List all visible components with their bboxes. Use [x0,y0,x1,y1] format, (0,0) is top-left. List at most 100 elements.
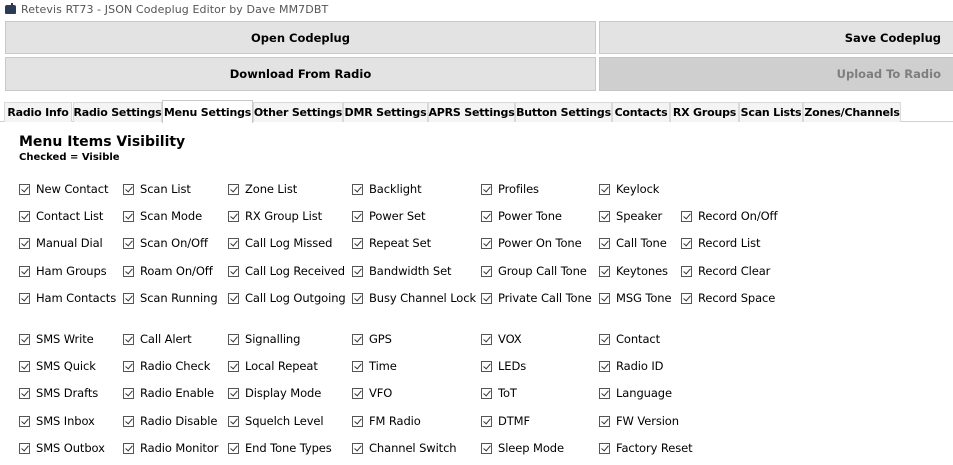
menu-item-language-checkbox[interactable]: Language [599,385,672,401]
menu-item-local-repeat-checkbox[interactable]: Local Repeat [228,358,318,374]
menu-item-call-log-outgoing-checkbox[interactable]: Call Log Outgoing [228,290,346,306]
checkbox-checked-icon[interactable] [599,210,610,222]
checkbox-checked-icon[interactable] [481,292,492,304]
checkbox-checked-icon[interactable] [352,387,363,399]
download-from-radio-button[interactable]: Download From Radio [5,57,596,91]
checkbox-checked-icon[interactable] [123,442,134,454]
checkbox-checked-icon[interactable] [123,292,134,304]
checkbox-checked-icon[interactable] [228,387,239,399]
checkbox-checked-icon[interactable] [19,210,30,222]
checkbox-checked-icon[interactable] [228,442,239,454]
checkbox-checked-icon[interactable] [352,210,363,222]
save-codeplug-button[interactable]: Save Codeplug [599,21,953,54]
checkbox-checked-icon[interactable] [19,442,30,454]
menu-item-contact-checkbox[interactable]: Contact [599,331,660,347]
menu-item-sleep-mode-checkbox[interactable]: Sleep Mode [481,440,564,456]
checkbox-checked-icon[interactable] [599,387,610,399]
menu-item-scan-mode-checkbox[interactable]: Scan Mode [123,208,202,224]
menu-item-squelch-level-checkbox[interactable]: Squelch Level [228,413,324,429]
checkbox-checked-icon[interactable] [352,442,363,454]
checkbox-checked-icon[interactable] [123,333,134,345]
checkbox-checked-icon[interactable] [228,210,239,222]
checkbox-checked-icon[interactable] [352,183,363,195]
menu-item-channel-switch-checkbox[interactable]: Channel Switch [352,440,457,456]
menu-item-sms-quick-checkbox[interactable]: SMS Quick [19,358,96,374]
menu-item-backlight-checkbox[interactable]: Backlight [352,181,422,197]
checkbox-checked-icon[interactable] [228,237,239,249]
checkbox-checked-icon[interactable] [481,237,492,249]
menu-item-record-space-checkbox[interactable]: Record Space [681,290,775,306]
checkbox-checked-icon[interactable] [599,442,610,454]
checkbox-checked-icon[interactable] [123,183,134,195]
menu-item-contact-list-checkbox[interactable]: Contact List [19,208,103,224]
menu-item-radio-monitor-checkbox[interactable]: Radio Monitor [123,440,218,456]
menu-item-sms-write-checkbox[interactable]: SMS Write [19,331,94,347]
checkbox-checked-icon[interactable] [599,360,610,372]
tab-contacts[interactable]: Contacts [612,102,670,122]
menu-item-radio-disable-checkbox[interactable]: Radio Disable [123,413,217,429]
menu-item-sms-drafts-checkbox[interactable]: SMS Drafts [19,385,98,401]
checkbox-checked-icon[interactable] [599,237,610,249]
checkbox-checked-icon[interactable] [481,415,492,427]
checkbox-checked-icon[interactable] [123,210,134,222]
menu-item-display-mode-checkbox[interactable]: Display Mode [228,385,321,401]
checkbox-checked-icon[interactable] [228,415,239,427]
checkbox-checked-icon[interactable] [123,360,134,372]
tab-aprs-settings[interactable]: APRS Settings [428,102,515,122]
tab-dmr-settings[interactable]: DMR Settings [343,102,428,122]
menu-item-ham-groups-checkbox[interactable]: Ham Groups [19,263,107,279]
checkbox-checked-icon[interactable] [681,237,692,249]
tab-radio-settings[interactable]: Radio Settings [73,102,162,122]
checkbox-checked-icon[interactable] [599,292,610,304]
open-codeplug-button[interactable]: Open Codeplug [5,21,596,54]
menu-item-radio-check-checkbox[interactable]: Radio Check [123,358,210,374]
menu-item-busy-channel-lock-checkbox[interactable]: Busy Channel Lock [352,290,476,306]
menu-item-record-on-off-checkbox[interactable]: Record On/Off [681,208,778,224]
checkbox-checked-icon[interactable] [352,360,363,372]
checkbox-checked-icon[interactable] [228,183,239,195]
menu-item-repeat-set-checkbox[interactable]: Repeat Set [352,235,431,251]
menu-item-radio-enable-checkbox[interactable]: Radio Enable [123,385,214,401]
menu-item-sms-inbox-checkbox[interactable]: SMS Inbox [19,413,95,429]
checkbox-checked-icon[interactable] [481,387,492,399]
checkbox-checked-icon[interactable] [228,333,239,345]
menu-item-manual-dial-checkbox[interactable]: Manual Dial [19,235,103,251]
menu-item-tot-checkbox[interactable]: ToT [481,385,517,401]
menu-item-private-call-tone-checkbox[interactable]: Private Call Tone [481,290,592,306]
checkbox-checked-icon[interactable] [681,210,692,222]
tab-scan-lists[interactable]: Scan Lists [739,102,803,122]
menu-item-call-tone-checkbox[interactable]: Call Tone [599,235,667,251]
menu-item-vfo-checkbox[interactable]: VFO [352,385,392,401]
tab-menu-settings[interactable]: Menu Settings [162,100,253,123]
menu-item-leds-checkbox[interactable]: LEDs [481,358,526,374]
checkbox-checked-icon[interactable] [352,415,363,427]
checkbox-checked-icon[interactable] [481,442,492,454]
menu-item-end-tone-types-checkbox[interactable]: End Tone Types [228,440,332,456]
menu-item-radio-id-checkbox[interactable]: Radio ID [599,358,664,374]
menu-item-record-list-checkbox[interactable]: Record List [681,235,761,251]
checkbox-checked-icon[interactable] [352,292,363,304]
menu-item-sms-outbox-checkbox[interactable]: SMS Outbox [19,440,105,456]
checkbox-checked-icon[interactable] [228,360,239,372]
checkbox-checked-icon[interactable] [352,333,363,345]
menu-item-bandwidth-set-checkbox[interactable]: Bandwidth Set [352,263,452,279]
menu-item-roam-on-off-checkbox[interactable]: Roam On/Off [123,263,213,279]
menu-item-rx-group-list-checkbox[interactable]: RX Group List [228,208,322,224]
menu-item-power-tone-checkbox[interactable]: Power Tone [481,208,562,224]
checkbox-checked-icon[interactable] [599,333,610,345]
menu-item-call-log-missed-checkbox[interactable]: Call Log Missed [228,235,332,251]
checkbox-checked-icon[interactable] [19,237,30,249]
tab-button-settings[interactable]: Button Settings [515,102,612,122]
tab-rx-groups[interactable]: RX Groups [670,102,739,122]
menu-item-profiles-checkbox[interactable]: Profiles [481,181,539,197]
checkbox-checked-icon[interactable] [123,237,134,249]
checkbox-checked-icon[interactable] [481,265,492,277]
menu-item-fm-radio-checkbox[interactable]: FM Radio [352,413,421,429]
menu-item-new-contact-checkbox[interactable]: New Contact [19,181,108,197]
checkbox-checked-icon[interactable] [19,360,30,372]
tab-zones-channels[interactable]: Zones/Channels [803,102,901,122]
checkbox-checked-icon[interactable] [599,415,610,427]
menu-item-dtmf-checkbox[interactable]: DTMF [481,413,530,429]
menu-item-keylock-checkbox[interactable]: Keylock [599,181,659,197]
checkbox-checked-icon[interactable] [19,265,30,277]
